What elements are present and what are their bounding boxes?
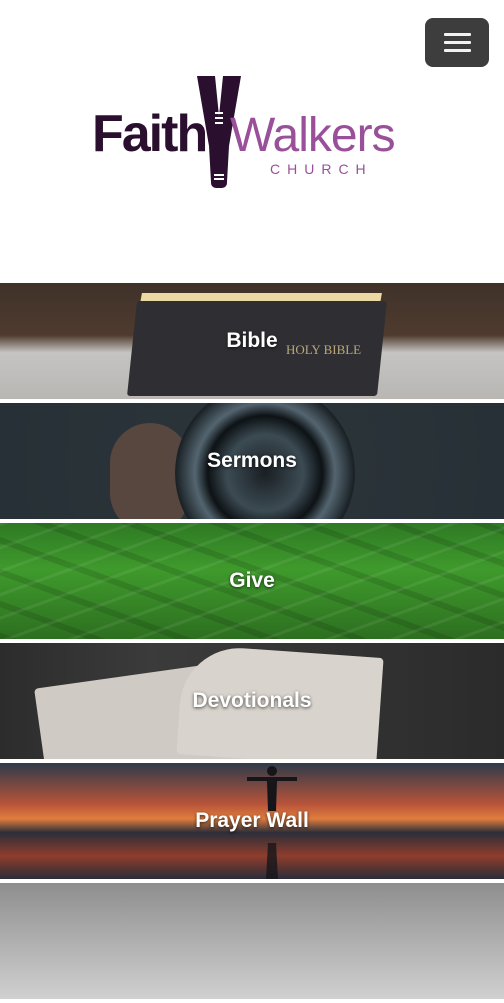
logo-text-walkers: Walkers (230, 109, 396, 162)
menu-tile-list: HOLY BIBLE Bible Sermons Give Devotional… (0, 283, 504, 1003)
hamburger-icon-bar (443, 49, 471, 52)
hamburger-icon (443, 33, 471, 36)
tile-give[interactable]: Give (0, 523, 504, 639)
header: Faith Walkers CHURCH (0, 0, 504, 283)
tile-bible[interactable]: HOLY BIBLE Bible (0, 283, 504, 399)
church-logo[interactable]: Faith Walkers CHURCH (90, 72, 420, 192)
tile-label: Devotionals (192, 689, 312, 712)
tile-label: Prayer Wall (195, 809, 309, 832)
logo-text-church: CHURCH (270, 161, 373, 177)
tile-label: Bible (226, 329, 278, 352)
bible-cover-text: HOLY BIBLE (286, 342, 362, 357)
tile-label: Sermons (207, 449, 297, 472)
tile-sermons[interactable]: Sermons (0, 403, 504, 519)
hamburger-icon-bar (443, 41, 471, 44)
tile-next-partial[interactable] (0, 883, 504, 999)
tile-label: Give (229, 569, 275, 592)
tile-devotionals[interactable]: Devotionals (0, 643, 504, 759)
menu-toggle-button[interactable] (425, 18, 489, 67)
next-tile-image (0, 883, 504, 999)
logo-text-faith: Faith (92, 105, 208, 163)
tile-prayer-wall[interactable]: Prayer Wall (0, 763, 504, 879)
